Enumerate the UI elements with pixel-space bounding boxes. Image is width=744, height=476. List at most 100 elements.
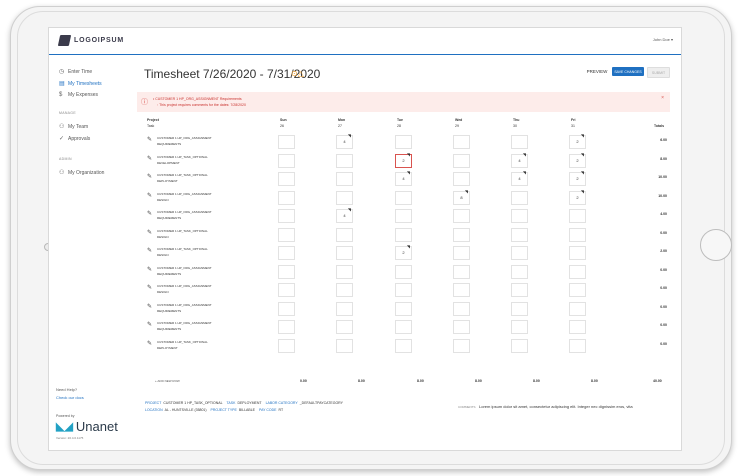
- hours-input[interactable]: 4 ◥: [395, 171, 412, 186]
- edit-row-icon[interactable]: ✎: [147, 303, 152, 310]
- edit-row-icon[interactable]: ✎: [147, 229, 152, 236]
- hours-input[interactable]: [453, 209, 470, 223]
- hours-input[interactable]: [336, 153, 353, 168]
- hours-input[interactable]: [511, 283, 528, 297]
- hours-input[interactable]: [278, 227, 295, 242]
- edit-row-icon[interactable]: ✎: [147, 192, 152, 199]
- hours-input[interactable]: [278, 172, 295, 186]
- close-icon[interactable]: ×: [661, 95, 664, 101]
- preview-button[interactable]: PREVIEW: [585, 67, 609, 76]
- add-new-row-button[interactable]: + ADD NEW ROW: [155, 379, 180, 383]
- hours-input[interactable]: [395, 283, 412, 297]
- edit-row-icon[interactable]: ✎: [147, 210, 152, 217]
- edit-row-icon[interactable]: ✎: [147, 155, 152, 162]
- hours-input[interactable]: [569, 301, 586, 316]
- warning-icon[interactable]: ⊙△: [291, 69, 304, 78]
- hours-input[interactable]: [395, 190, 412, 205]
- hours-input[interactable]: [511, 338, 528, 353]
- hours-input[interactable]: [278, 264, 295, 279]
- hours-input[interactable]: [278, 338, 295, 353]
- hours-input[interactable]: [453, 264, 470, 279]
- hours-input[interactable]: 4 ◥: [511, 171, 528, 186]
- hours-input[interactable]: [569, 338, 586, 353]
- hours-input[interactable]: [336, 172, 353, 186]
- hours-input[interactable]: [278, 190, 295, 205]
- hours-input[interactable]: [395, 320, 412, 334]
- edit-row-icon[interactable]: ✎: [147, 266, 152, 273]
- comments-text[interactable]: Lorem ipsum dolor sit amet, consectetur …: [479, 404, 633, 409]
- hours-input[interactable]: [453, 153, 470, 168]
- hours-input[interactable]: [336, 320, 353, 334]
- hours-input[interactable]: 2 ◥: [569, 189, 586, 205]
- docs-link[interactable]: Check our docs: [56, 395, 84, 400]
- hours-input[interactable]: 4 ◥: [336, 208, 353, 223]
- hours-input[interactable]: [453, 172, 470, 186]
- hours-input[interactable]: [511, 227, 528, 242]
- hours-input[interactable]: [336, 227, 353, 242]
- hours-input[interactable]: 2 ◥: [395, 152, 412, 168]
- hours-input[interactable]: [511, 190, 528, 205]
- edit-row-icon[interactable]: ✎: [147, 321, 152, 328]
- hours-input[interactable]: [278, 135, 295, 149]
- hours-input[interactable]: [395, 264, 412, 279]
- hours-input[interactable]: [453, 338, 470, 353]
- hours-input[interactable]: [511, 301, 528, 316]
- hours-input[interactable]: [336, 338, 353, 353]
- hours-input[interactable]: [336, 190, 353, 205]
- hours-input[interactable]: [336, 246, 353, 260]
- edit-row-icon[interactable]: ✎: [147, 173, 152, 180]
- user-menu[interactable]: John Doe ▾: [653, 37, 673, 42]
- hours-input[interactable]: 8 ◥: [453, 189, 470, 205]
- edit-row-icon[interactable]: ✎: [147, 284, 152, 291]
- hours-input[interactable]: 2 ◥: [569, 134, 586, 149]
- hours-input[interactable]: [569, 246, 586, 260]
- hours-input[interactable]: [511, 320, 528, 334]
- hours-input[interactable]: 2 ◥: [395, 245, 412, 260]
- hours-input[interactable]: 2 ◥: [569, 171, 586, 186]
- hours-input[interactable]: [453, 227, 470, 242]
- hours-input[interactable]: [453, 301, 470, 316]
- hours-input[interactable]: [453, 283, 470, 297]
- sidebar-item-my-expenses[interactable]: $ My Expenses: [59, 92, 98, 98]
- submit-button[interactable]: SUBMIT: [647, 67, 670, 78]
- hours-input[interactable]: [569, 264, 586, 279]
- edit-row-icon[interactable]: ✎: [147, 247, 152, 254]
- hours-input[interactable]: [511, 246, 528, 260]
- hours-input[interactable]: [511, 135, 528, 149]
- hours-input[interactable]: [569, 227, 586, 242]
- hours-input[interactable]: [278, 320, 295, 334]
- hours-input[interactable]: [569, 283, 586, 297]
- hours-input[interactable]: [336, 301, 353, 316]
- sidebar-item-my-timesheets[interactable]: ▤ My Timesheets: [59, 80, 102, 88]
- hours-input[interactable]: [511, 209, 528, 223]
- hours-input[interactable]: [395, 301, 412, 316]
- sidebar-item-my-organization[interactable]: ⚇ My Organization: [59, 169, 104, 177]
- logo[interactable]: LOGOIPSUM: [57, 35, 124, 46]
- hours-input[interactable]: [453, 135, 470, 149]
- hours-input[interactable]: [569, 209, 586, 223]
- hours-input[interactable]: 2 ◥: [569, 152, 586, 168]
- hours-input[interactable]: [453, 246, 470, 260]
- sidebar-item-approvals[interactable]: ✓ Approvals: [59, 135, 90, 143]
- hours-input[interactable]: [278, 246, 295, 260]
- save-changes-button[interactable]: SAVE CHANGES: [612, 67, 644, 76]
- home-button[interactable]: [700, 229, 732, 261]
- hours-input[interactable]: [395, 227, 412, 242]
- hours-input[interactable]: 4 ◥: [336, 134, 353, 149]
- hours-input[interactable]: [278, 153, 295, 168]
- hours-input[interactable]: 4 ◥: [511, 152, 528, 168]
- sidebar-item-enter-time[interactable]: ◷ Enter Time: [59, 68, 92, 76]
- edit-row-icon[interactable]: ✎: [147, 136, 152, 143]
- hours-input[interactable]: [278, 301, 295, 316]
- sidebar-item-my-team[interactable]: ⚇ My Team: [59, 123, 88, 131]
- hours-input[interactable]: [569, 320, 586, 334]
- hours-input[interactable]: [278, 209, 295, 223]
- hours-input[interactable]: [278, 283, 295, 297]
- hours-input[interactable]: [395, 135, 412, 149]
- hours-input[interactable]: [336, 283, 353, 297]
- hours-input[interactable]: [511, 264, 528, 279]
- hours-input[interactable]: [395, 338, 412, 353]
- hours-input[interactable]: [336, 264, 353, 279]
- hours-input[interactable]: [453, 320, 470, 334]
- edit-row-icon[interactable]: ✎: [147, 340, 152, 347]
